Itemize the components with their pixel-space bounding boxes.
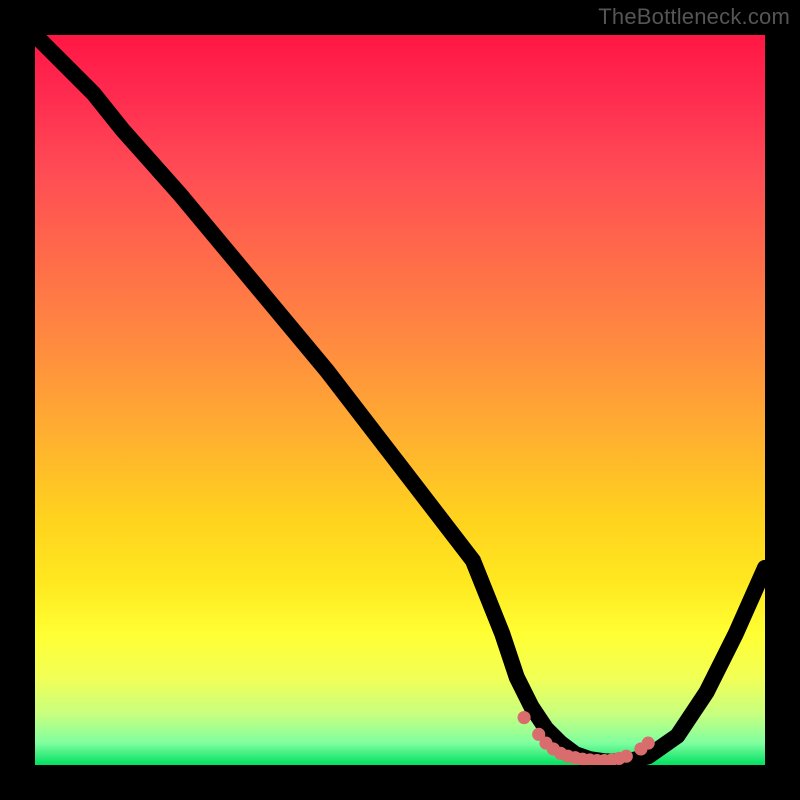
plot-area xyxy=(35,35,765,765)
chart-svg xyxy=(35,35,765,765)
marker-dot xyxy=(518,711,531,724)
marker-dot xyxy=(620,750,633,763)
main-curve xyxy=(35,35,765,761)
chart-frame: TheBottleneck.com xyxy=(0,0,800,800)
marker-dot xyxy=(642,737,655,750)
watermark-text: TheBottleneck.com xyxy=(598,4,790,30)
